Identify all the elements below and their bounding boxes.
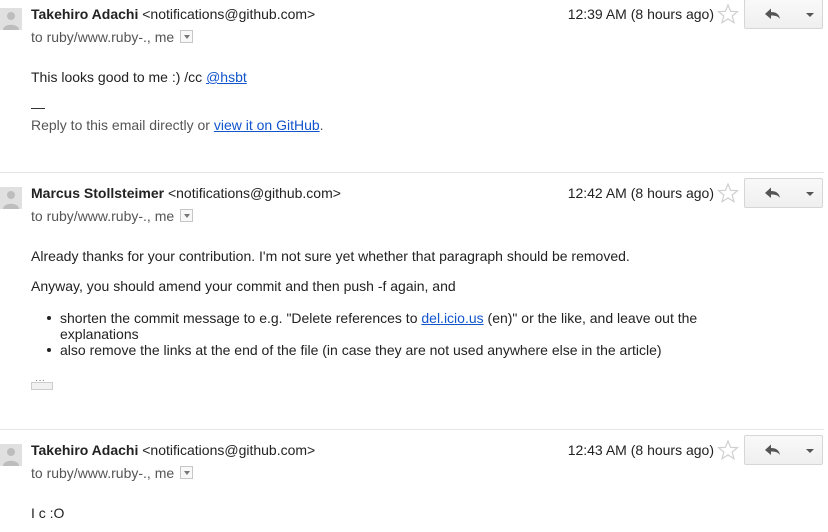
show-details-button[interactable]	[180, 209, 194, 222]
star-icon[interactable]	[717, 3, 739, 25]
message-text: This looks good to me :) /cc @hsbt	[31, 68, 791, 86]
recipients-text: to ruby/www.ruby-., me	[31, 208, 175, 224]
message-divider	[0, 429, 824, 430]
recipients: to ruby/www.ruby-., me	[31, 465, 194, 481]
footer-text: Reply to this email directly or	[31, 117, 214, 133]
more-options-button[interactable]	[797, 435, 823, 465]
delicious-link[interactable]: del.icio.us	[421, 310, 483, 326]
view-on-github-link[interactable]: view it on GitHub	[214, 117, 320, 133]
sender-name[interactable]: Takehiro Adachi	[31, 442, 138, 458]
reply-button[interactable]	[744, 0, 798, 29]
recipients-text: to ruby/www.ruby-., me	[31, 465, 175, 481]
more-options-button[interactable]	[797, 0, 823, 29]
signature-dash: —	[31, 99, 45, 115]
list-item: shorten the commit message to e.g. "Dele…	[46, 310, 746, 342]
reply-button-group	[744, 178, 823, 208]
sender[interactable]: Takehiro Adachi <notifications@github.co…	[31, 442, 315, 458]
show-details-button[interactable]	[180, 30, 194, 43]
reply-button[interactable]	[744, 178, 798, 208]
bullet-text: also remove the links at the end of the …	[60, 342, 662, 358]
reply-button-group	[744, 0, 823, 29]
timestamp[interactable]: 12:39 AM (8 hours ago)	[568, 6, 714, 22]
email-message: Takehiro Adachi <notifications@github.co…	[0, 435, 828, 532]
reply-button[interactable]	[744, 435, 798, 465]
body-text: This looks good to me :) /cc	[31, 69, 207, 85]
message-paragraph: Already thanks for your contribution. I'…	[31, 248, 630, 264]
sender[interactable]: Marcus Stollsteimer <notifications@githu…	[31, 185, 341, 201]
sender[interactable]: Takehiro Adachi <notifications@github.co…	[31, 6, 315, 22]
sender-name[interactable]: Takehiro Adachi	[31, 6, 138, 22]
show-trimmed-content-button[interactable]	[31, 375, 53, 390]
email-message: Marcus Stollsteimer <notifications@githu…	[0, 178, 828, 425]
reply-icon	[765, 8, 780, 19]
avatar-icon[interactable]	[0, 444, 22, 466]
reply-icon	[765, 444, 780, 455]
more-options-button[interactable]	[797, 178, 823, 208]
message-bullet-list: shorten the commit message to e.g. "Dele…	[46, 310, 746, 358]
list-item: also remove the links at the end of the …	[46, 342, 746, 358]
footer-suffix: .	[319, 117, 324, 133]
message-divider	[0, 172, 824, 173]
timestamp[interactable]: 12:42 AM (8 hours ago)	[568, 185, 714, 201]
message-paragraph: Anyway, you should amend your commit and…	[31, 278, 456, 294]
sender-email: <notifications@github.com>	[142, 6, 316, 22]
recipients: to ruby/www.ruby-., me	[31, 208, 194, 224]
avatar-icon[interactable]	[0, 8, 22, 30]
avatar-icon[interactable]	[0, 187, 22, 209]
email-footer: Reply to this email directly or view it …	[31, 116, 791, 134]
message-text: I c :O	[31, 505, 65, 521]
star-icon[interactable]	[717, 439, 739, 461]
email-message: Takehiro Adachi <notifications@github.co…	[0, 0, 828, 166]
star-icon[interactable]	[717, 182, 739, 204]
sender-email: <notifications@github.com>	[167, 185, 341, 201]
recipients: to ruby/www.ruby-., me	[31, 29, 194, 45]
reply-button-group	[744, 435, 823, 465]
recipients-text: to ruby/www.ruby-., me	[31, 29, 175, 45]
show-details-button[interactable]	[180, 466, 194, 479]
bullet-text: shorten the commit message to e.g. "Dele…	[60, 310, 422, 326]
timestamp[interactable]: 12:43 AM (8 hours ago)	[568, 442, 714, 458]
reply-icon	[765, 187, 780, 198]
sender-name[interactable]: Marcus Stollsteimer	[31, 185, 164, 201]
message-body: This looks good to me :) /cc @hsbt	[31, 68, 791, 86]
mention-link[interactable]: @hsbt	[206, 69, 247, 85]
sender-email: <notifications@github.com>	[142, 442, 316, 458]
